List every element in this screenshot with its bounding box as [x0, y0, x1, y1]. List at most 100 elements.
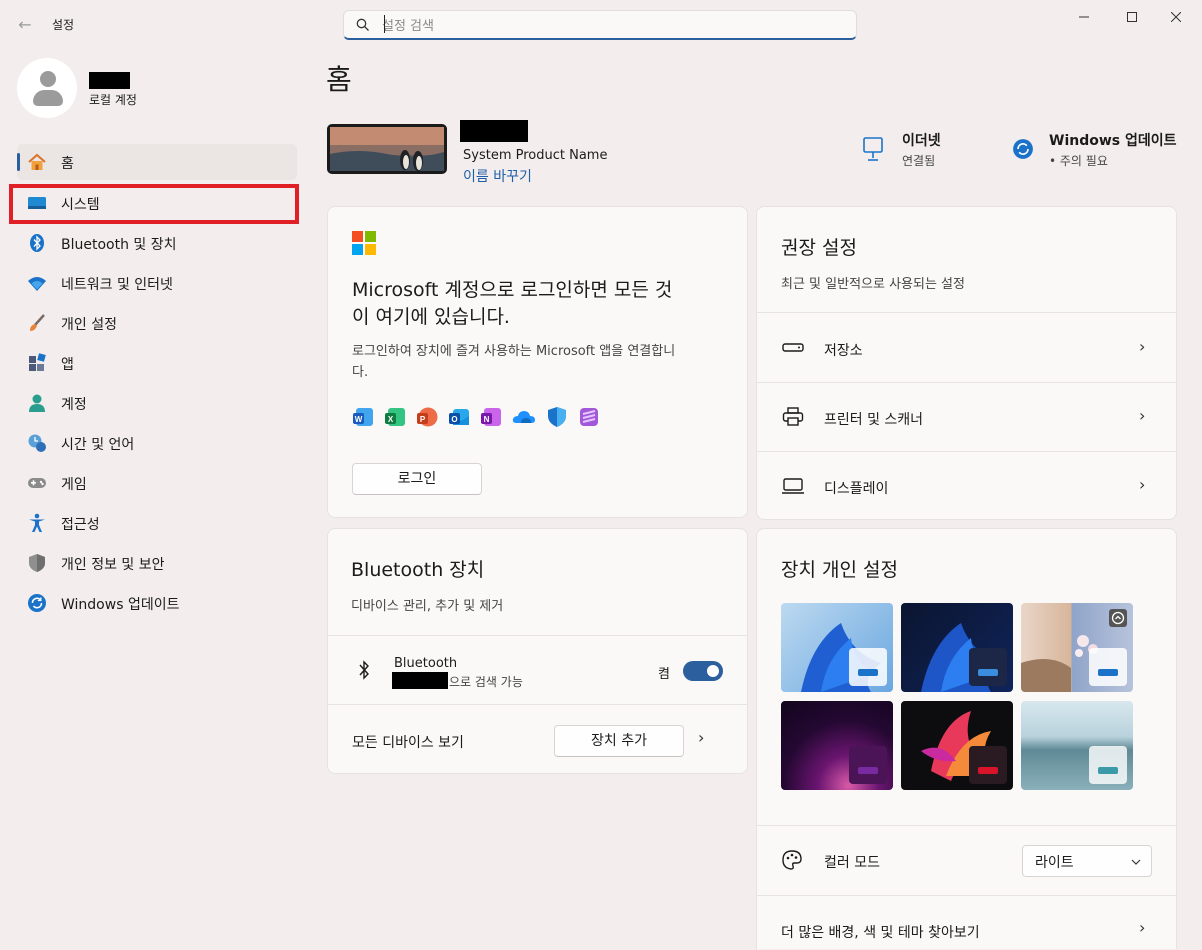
- person-body-icon: [33, 90, 63, 106]
- sidebar-item-label: Bluetooth 및 장치: [61, 237, 177, 253]
- excel-icon: X: [385, 408, 405, 426]
- svg-text:P: P: [420, 415, 426, 424]
- update-title: Windows 업데이트: [1049, 133, 1177, 149]
- theme-preview-window: [849, 746, 887, 784]
- app-title: 설정: [52, 18, 75, 32]
- minimize-button[interactable]: [1062, 4, 1106, 32]
- sidebar-item-gaming[interactable]: 게임: [17, 465, 297, 501]
- clock-globe-icon: [28, 434, 46, 452]
- avatar[interactable]: [17, 58, 77, 118]
- desc-line: 다.: [352, 365, 369, 380]
- recommended-item-label: 디스플레이: [824, 481, 889, 497]
- update-icon: [28, 594, 46, 612]
- sidebar-item-label: 시간 및 언어: [61, 437, 135, 453]
- sidebar-item-network[interactable]: 네트워크 및 인터넷: [17, 265, 297, 301]
- update-icon: [1013, 139, 1033, 159]
- back-arrow-icon: ←: [18, 15, 32, 34]
- svg-text:O: O: [451, 415, 457, 424]
- theme-thumbnail[interactable]: [781, 701, 893, 790]
- theme-preview-window: [1089, 648, 1127, 686]
- personalize-title: 장치 개인 설정: [781, 559, 898, 581]
- recommended-item-printers[interactable]: 프린터 및 스캐너 ›: [757, 383, 1176, 451]
- accent-bar: [1098, 669, 1118, 676]
- clipchamp-icon: [580, 408, 598, 426]
- chevron-right-icon: ›: [1139, 918, 1146, 937]
- theme-thumbnail[interactable]: [781, 603, 893, 692]
- sidebar-item-label: Windows 업데이트: [61, 597, 180, 613]
- chevron-right-icon: ›: [1139, 475, 1146, 494]
- rename-link[interactable]: 이름 바꾸기: [463, 166, 532, 186]
- recommended-item-storage[interactable]: 저장소 ›: [757, 313, 1176, 381]
- sidebar-item-label: 게임: [61, 477, 87, 493]
- sidebar-item-personalization[interactable]: 개인 설정: [17, 305, 297, 341]
- printer-icon: [782, 407, 804, 426]
- device-thumbnail: [327, 124, 447, 174]
- color-mode-value: 라이트: [1035, 855, 1074, 871]
- recommended-settings-card: 권장 설정 최근 및 일반적으로 사용되는 설정 저장소 › 프린터 및 스캐너…: [756, 206, 1177, 520]
- selected-theme-icon: [1109, 609, 1127, 627]
- display-icon: [782, 478, 804, 494]
- theme-thumbnail[interactable]: [901, 603, 1013, 692]
- sign-in-button[interactable]: 로그인: [352, 463, 482, 495]
- minimize-icon: [1079, 16, 1089, 18]
- sidebar-item-accessibility[interactable]: 접근성: [17, 505, 297, 541]
- theme-thumbnail[interactable]: [1021, 603, 1133, 692]
- accent-bar: [858, 767, 878, 774]
- sidebar-item-label: 네트워크 및 인터넷: [61, 277, 173, 293]
- theme-thumbnail[interactable]: [1021, 701, 1133, 790]
- bluetooth-label: Bluetooth: [394, 656, 458, 671]
- accent-bar: [978, 767, 998, 774]
- brush-icon: [30, 314, 45, 331]
- sidebar-item-time-language[interactable]: 시간 및 언어: [17, 425, 297, 461]
- redacted-bluetooth-name: [392, 672, 448, 689]
- color-mode-dropdown[interactable]: 라이트: [1022, 845, 1152, 877]
- sidebar-item-privacy[interactable]: 개인 정보 및 보안: [17, 545, 297, 581]
- sidebar-item-apps[interactable]: 앱: [17, 345, 297, 381]
- search-box[interactable]: [343, 10, 857, 40]
- onedrive-icon: [512, 411, 535, 423]
- page-title: 홈: [326, 63, 352, 96]
- close-button[interactable]: [1154, 4, 1198, 32]
- outlook-icon: O: [449, 409, 469, 425]
- sidebar-item-windows-update[interactable]: Windows 업데이트: [17, 585, 297, 621]
- sidebar-item-label: 개인 정보 및 보안: [61, 557, 165, 573]
- recommended-title: 권장 설정: [781, 237, 857, 259]
- search-icon: [356, 18, 369, 31]
- sidebar-item-home[interactable]: 홈: [17, 144, 297, 180]
- add-device-button[interactable]: 장치 추가: [554, 725, 684, 757]
- shield-icon: [29, 554, 45, 572]
- theme-thumbnail[interactable]: [901, 701, 1013, 790]
- more-themes-link[interactable]: 더 많은 배경, 색 및 테마 찾아보기 ›: [757, 896, 1176, 950]
- bluetooth-toggle[interactable]: [683, 661, 723, 681]
- recommended-item-label: 저장소: [824, 343, 863, 359]
- highlight-box: [9, 184, 299, 224]
- bluetooth-icon: [359, 660, 369, 680]
- apps-icon: [29, 353, 46, 371]
- all-devices-link[interactable]: 모든 디바이스 보기: [352, 732, 464, 752]
- bluetooth-devices-card: Bluetooth 장치 디바이스 관리, 추가 및 제거 Bluetooth …: [327, 528, 748, 774]
- wifi-icon: [28, 277, 46, 291]
- sidebar-item-bluetooth[interactable]: Bluetooth 및 장치: [17, 225, 297, 261]
- sidebar-item-accounts[interactable]: 계정: [17, 385, 297, 421]
- back-button[interactable]: ←: [12, 12, 38, 38]
- svg-text:X: X: [388, 415, 394, 424]
- powerpoint-icon: P: [417, 407, 438, 427]
- accent-bar: [1098, 767, 1118, 774]
- theme-preview-window: [849, 648, 887, 686]
- maximize-button[interactable]: [1110, 4, 1154, 32]
- recommended-item-display[interactable]: 디스플레이 ›: [757, 452, 1176, 520]
- ethernet-icon: [863, 137, 883, 161]
- bluetooth-card-subtitle: 디바이스 관리, 추가 및 제거: [351, 599, 504, 614]
- search-input[interactable]: [380, 16, 844, 36]
- accent-bar: [858, 669, 878, 676]
- recommended-item-label: 프린터 및 스캐너: [824, 412, 924, 428]
- microsoft-logo-icon: [352, 231, 376, 255]
- discoverable-text: 으로 검색 가능: [449, 675, 523, 689]
- storage-icon: [782, 343, 804, 352]
- chevron-right-icon[interactable]: ›: [698, 728, 704, 747]
- ethernet-title: 이더넷: [902, 133, 941, 149]
- chevron-right-icon: ›: [1139, 337, 1146, 356]
- divider: [328, 704, 747, 705]
- word-icon: W: [353, 408, 373, 426]
- microsoft-account-card: Microsoft 계정으로 로그인하면 모든 것 이 여기에 있습니다. 로그…: [327, 206, 748, 518]
